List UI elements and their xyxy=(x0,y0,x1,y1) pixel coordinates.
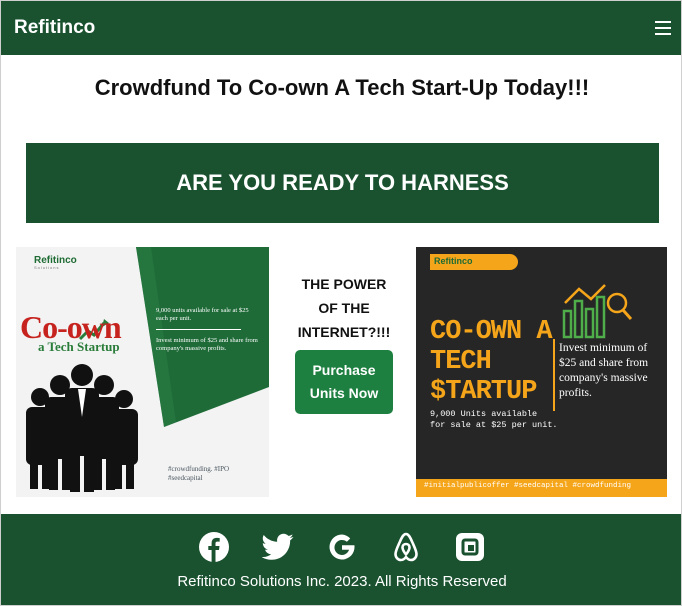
footer: Refitinco Solutions Inc. 2023. All Right… xyxy=(1,514,681,605)
page: Refitinco Crowdfund To Co-own A Tech Sta… xyxy=(0,0,682,606)
navbar: Refitinco xyxy=(1,1,681,55)
purchase-button-line-2: Units Now xyxy=(309,385,379,401)
bar-chart-magnifier-icon xyxy=(562,284,633,339)
promo-right-logo: Refitinco xyxy=(430,254,518,270)
promo-left-logo: Refitinco Solutions xyxy=(34,255,77,270)
twitter-icon[interactable] xyxy=(246,530,310,564)
promo-left-invest-text: Invest minimum of $25 and share from com… xyxy=(156,337,258,353)
purchase-button-line-1: Purchase xyxy=(312,362,376,378)
promo-right-units-text: 9,000 Units available for sale at $25 pe… xyxy=(430,409,558,430)
banner-text: ARE YOU READY TO HARNESS xyxy=(176,170,509,195)
brand-link[interactable]: Refitinco xyxy=(14,17,95,39)
businessmen-silhouette-icon xyxy=(26,364,138,492)
google-icon[interactable] xyxy=(310,530,374,564)
cta-text-line-3: INTERNET?!!! xyxy=(297,324,391,340)
airbnb-icon[interactable] xyxy=(374,530,438,564)
promo-right-hashtags: #initialpublicoffer #seedcapital #crowdf… xyxy=(416,479,667,497)
promo-left-units-text: 9,000 units available for sale at $25 ea… xyxy=(156,307,249,323)
promo-background-graphic xyxy=(26,247,269,492)
dropbox-icon[interactable] xyxy=(438,530,502,564)
cta-column: THE POWER OF THE INTERNET?!!! Purchase U… xyxy=(289,272,399,414)
cta-text-line-1: THE POWER xyxy=(301,276,387,292)
hamburger-icon[interactable] xyxy=(655,21,671,35)
copyright-text: Refitinco Solutions Inc. 2023. All Right… xyxy=(177,573,507,590)
promo-right-title: CO-OWN A TECH $TARTUP xyxy=(430,317,553,407)
promo-left-divider xyxy=(156,329,241,330)
promo-left-subheadline: a Tech Startup xyxy=(38,339,120,354)
promo-right-invest-text: Invest minimum of $25 and share from com… xyxy=(559,342,649,399)
promo-right-divider xyxy=(553,339,555,411)
hero-banner: ARE YOU READY TO HARNESS xyxy=(26,143,659,223)
facebook-icon[interactable] xyxy=(182,530,246,564)
promo-left-hashtags: #crowdfunding. #IPO #seedcapital xyxy=(168,465,230,483)
page-headline: Crowdfund To Co-own A Tech Start-Up Toda… xyxy=(94,75,590,100)
purchase-units-button[interactable]: Purchase Units Now xyxy=(295,350,393,414)
social-links xyxy=(1,530,681,564)
coown-promo-image-left: Refitinco Solutions Co-own a Tech Startup… xyxy=(16,247,269,497)
coown-promo-image-right: Refitinco CO-OWN A TECH $TARTUP Invest m… xyxy=(416,247,667,497)
cta-text-line-2: OF THE xyxy=(318,300,370,316)
